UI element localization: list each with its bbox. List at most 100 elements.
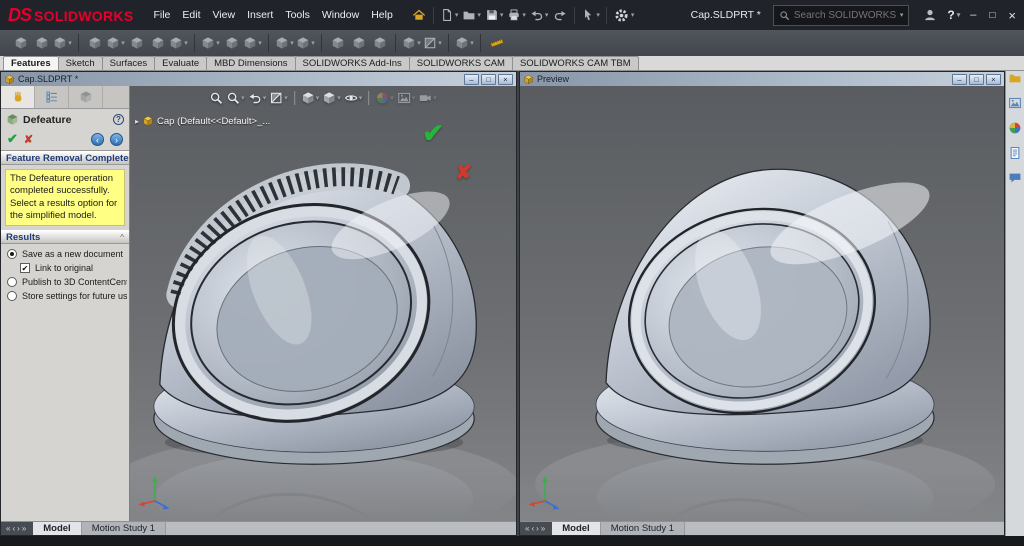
new-document-icon[interactable]: ▾	[438, 4, 461, 26]
hide-show-items-icon[interactable]: ▾	[344, 91, 363, 105]
zoom-fit-icon[interactable]	[209, 91, 223, 105]
view-settings-icon[interactable]: ▾	[418, 91, 437, 105]
select-icon[interactable]: ▾	[579, 4, 602, 26]
ok-button[interactable]: ✔	[7, 131, 18, 147]
file-explorer-icon[interactable]	[1007, 69, 1024, 86]
section-header-results[interactable]: Results ^	[1, 230, 129, 244]
preview-window[interactable]: Preview – □ ×	[519, 71, 1005, 536]
menu-insert[interactable]: Insert	[241, 5, 279, 25]
confirm-ok-button[interactable]: ✔	[422, 118, 444, 149]
defeature-tool-icon[interactable]	[486, 32, 507, 54]
motion-study-tab[interactable]: Motion Study 1	[82, 522, 166, 535]
ribbon-tab-solidworks-cam-tbm[interactable]: SOLIDWORKS CAM TBM	[512, 56, 639, 70]
edit-part-icon[interactable]	[10, 32, 31, 54]
close-button[interactable]: ×	[1008, 8, 1016, 23]
options-gear-icon[interactable]: ▾	[611, 4, 637, 26]
part-window-titlebar[interactable]: Cap.SLDPRT * – □ ×	[1, 72, 516, 86]
minimize-button[interactable]: –	[970, 9, 976, 21]
feature-tree-root[interactable]: ▸ Cap (Default<<Default>_...	[135, 115, 270, 127]
lofted-boss-icon[interactable]	[147, 32, 168, 54]
previous-view-icon[interactable]: ▾	[248, 91, 267, 105]
solidworks-forum-icon[interactable]	[1007, 169, 1024, 186]
radio-icon[interactable]	[7, 277, 17, 287]
draft-icon[interactable]	[348, 32, 369, 54]
maximize-button[interactable]: □	[989, 10, 995, 21]
apply-scene-icon[interactable]: ▾	[397, 91, 416, 105]
section-header-feature-removal[interactable]: Feature Removal Complete ^	[1, 151, 129, 165]
cancel-button[interactable]: ✘	[24, 133, 33, 146]
search-scope-caret-icon[interactable]: ▾	[900, 11, 904, 19]
tab-display-manager[interactable]	[69, 86, 103, 108]
search-box[interactable]: ▾	[773, 5, 910, 26]
undo-icon[interactable]: ▾	[528, 4, 551, 26]
tab-scroll-arrows[interactable]: «‹›»	[1, 522, 33, 535]
instant3d-icon[interactable]: ▾	[454, 32, 475, 54]
child-restore-button[interactable]: □	[969, 74, 984, 85]
user-account-icon[interactable]	[923, 8, 937, 22]
collapse-chevron-icon[interactable]: ^	[120, 233, 124, 242]
ribbon-tab-sketch[interactable]: Sketch	[58, 56, 103, 70]
option-publish-3d-contentcentral[interactable]: Publish to 3D ContentCentral	[3, 275, 127, 289]
confirm-cancel-button[interactable]: ✘	[455, 160, 472, 185]
motion-study-tab[interactable]: Motion Study 1	[601, 522, 685, 535]
preview-window-titlebar[interactable]: Preview – □ ×	[520, 72, 1004, 86]
part-document-window[interactable]: Cap.SLDPRT * – □ × Defeature ?	[0, 71, 517, 536]
open-icon[interactable]: ▾	[460, 4, 483, 26]
model-viewport[interactable]: ▾▾▾▾▾▾▾▾▾ ▸ Cap (Default<<Default>_... ✔…	[130, 86, 516, 521]
child-restore-button[interactable]: □	[481, 74, 496, 85]
menu-edit[interactable]: Edit	[176, 5, 206, 25]
rib-icon[interactable]	[327, 32, 348, 54]
child-close-button[interactable]: ×	[986, 74, 1001, 85]
home-icon[interactable]	[409, 4, 429, 26]
zoom-area-icon[interactable]: ▾	[226, 91, 245, 105]
revolved-cut-icon[interactable]: ▾	[242, 32, 263, 54]
insert-part-icon[interactable]	[31, 32, 52, 54]
curves-icon[interactable]: ▾	[422, 32, 443, 54]
ribbon-tab-features[interactable]: Features	[3, 56, 59, 70]
appearances-scenes-icon[interactable]	[1007, 119, 1024, 136]
option-store-settings[interactable]: Store settings for future use	[3, 289, 127, 303]
fillet-icon[interactable]: ▾	[274, 32, 295, 54]
boundary-boss-icon[interactable]: ▾	[168, 32, 189, 54]
custom-properties-icon[interactable]	[1007, 144, 1024, 161]
ribbon-tab-solidworks-add-ins[interactable]: SOLIDWORKS Add-Ins	[295, 56, 410, 70]
radio-icon[interactable]	[7, 291, 17, 301]
menu-view[interactable]: View	[206, 5, 241, 25]
tab-property-manager[interactable]	[1, 86, 35, 108]
child-minimize-button[interactable]: –	[464, 74, 479, 85]
child-close-button[interactable]: ×	[498, 74, 513, 85]
model-tab[interactable]: Model	[552, 522, 600, 535]
preview-viewport[interactable]	[520, 86, 1004, 521]
ribbon-tab-mbd-dimensions[interactable]: MBD Dimensions	[206, 56, 295, 70]
expand-arrow-icon[interactable]: ▸	[135, 117, 139, 126]
section-view-icon[interactable]: ▾	[269, 91, 288, 105]
save-icon[interactable]: ▾	[483, 4, 506, 26]
model-tab[interactable]: Model	[33, 522, 81, 535]
checkbox-checked-icon[interactable]: ✔	[20, 263, 30, 273]
pm-help-icon[interactable]: ?	[113, 114, 124, 125]
extruded-boss-icon[interactable]	[84, 32, 105, 54]
search-input[interactable]	[794, 10, 896, 21]
radio-selected-icon[interactable]	[7, 249, 17, 259]
hole-wizard-icon[interactable]	[221, 32, 242, 54]
ribbon-tab-solidworks-cam[interactable]: SOLIDWORKS CAM	[409, 56, 513, 70]
cap-model-3d-view[interactable]	[130, 86, 516, 521]
linear-pattern-icon[interactable]: ▾	[295, 32, 316, 54]
shell-icon[interactable]	[369, 32, 390, 54]
menu-help[interactable]: Help	[365, 5, 399, 25]
view-orientation-icon[interactable]: ▾	[301, 91, 320, 105]
menu-window[interactable]: Window	[316, 5, 365, 25]
reference-geometry-icon[interactable]: ▾	[401, 32, 422, 54]
back-step-button[interactable]: ‹	[91, 133, 104, 146]
revolved-boss-icon[interactable]: ▾	[105, 32, 126, 54]
menu-file[interactable]: File	[147, 5, 176, 25]
mate-icon[interactable]: ▾	[52, 32, 73, 54]
print-icon[interactable]: ▾	[505, 4, 528, 26]
next-step-button[interactable]: ›	[110, 133, 123, 146]
menu-tools[interactable]: Tools	[279, 5, 316, 25]
tab-scroll-arrows[interactable]: «‹›»	[520, 522, 552, 535]
child-minimize-button[interactable]: –	[952, 74, 967, 85]
extruded-cut-icon[interactable]: ▾	[200, 32, 221, 54]
swept-boss-icon[interactable]	[126, 32, 147, 54]
ribbon-tab-evaluate[interactable]: Evaluate	[154, 56, 207, 70]
